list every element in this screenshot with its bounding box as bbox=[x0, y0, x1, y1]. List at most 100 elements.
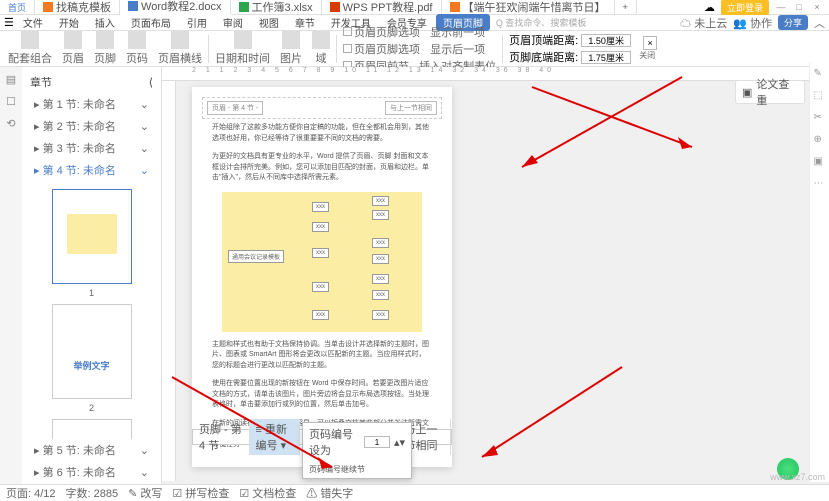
err-check[interactable]: ⚠ 错失字 bbox=[306, 485, 353, 501]
close-label: 关闭 bbox=[639, 50, 655, 61]
tab-xlsx[interactable]: 工作簿3.xlsx bbox=[231, 0, 322, 15]
set-pagenum-row[interactable]: 页码编号设为 ▴▾ bbox=[303, 423, 411, 461]
collapse-icon[interactable]: ⟨ bbox=[149, 76, 153, 89]
ribbon-hf-line[interactable]: 页眉横线 bbox=[154, 31, 206, 66]
ribbon-datetime[interactable]: 日期和时间 bbox=[211, 31, 274, 66]
chapter-item[interactable]: ▸ 第 5 节: 未命名⌄ bbox=[26, 439, 157, 461]
paragraph: 使用在需要位置出现的新按钮在 Word 中保存时间。若要更改图片适应文档的方式，… bbox=[202, 375, 442, 415]
checkbox[interactable] bbox=[343, 27, 352, 36]
tab-duanwu[interactable]: 【端午狂欢闹端午惜离节日】 bbox=[442, 0, 615, 15]
close-hf-button[interactable]: × bbox=[643, 36, 657, 50]
ruler-horizontal: 2 1 1 2 3 4 5 6 7 8 9 10 11 12 13 14 32 … bbox=[162, 67, 829, 81]
nav-icon[interactable]: ⟲ bbox=[4, 117, 18, 131]
more-icon[interactable]: ⋯ bbox=[814, 178, 826, 190]
ribbon-options: 页眉页脚选项 显示前一项 页眉页脚选项 显示后一项 页眉同前节 插入对齐制表位 bbox=[339, 24, 500, 74]
menu-review[interactable]: 审阅 bbox=[216, 14, 250, 31]
tab-label: WPS PPT教程.pdf bbox=[343, 0, 433, 15]
menu-layout[interactable]: 页面布局 bbox=[124, 14, 178, 31]
plagiarism-check-panel[interactable]: ▣ 论文查重 bbox=[735, 80, 805, 104]
minimize-button[interactable]: — bbox=[775, 1, 787, 13]
menu-view[interactable]: 视图 bbox=[252, 14, 286, 31]
chapter-item[interactable]: ▸ 第 2 节: 未命名⌄ bbox=[26, 115, 157, 137]
chapter-item[interactable]: ▸ 第 3 节: 未命名⌄ bbox=[26, 137, 157, 159]
pagenum-input[interactable] bbox=[364, 436, 390, 448]
check-icon: ▣ bbox=[742, 86, 752, 99]
page: 页眉 - 第 4 节 - 与上一节相同 开始组除了这款多功能方便你自定稿的功能，… bbox=[192, 87, 452, 467]
outline-icon[interactable]: ▤ bbox=[4, 73, 18, 87]
sidebar: 章节 ⟨ ▸ 第 1 节: 未命名⌄ ▸ 第 2 节: 未命名⌄ ▸ 第 3 节… bbox=[22, 67, 162, 487]
chapter-item[interactable]: ▸ 第 6 节: 未命名⌄ bbox=[26, 461, 157, 483]
proof-status[interactable]: ✎ 改写 bbox=[128, 485, 162, 501]
layers-icon[interactable]: ▣ bbox=[814, 156, 826, 168]
ribbon-combo[interactable]: 配套组合 bbox=[4, 31, 56, 66]
thumbnail-area: 1 举例文字 2 bbox=[26, 181, 157, 439]
pen-icon[interactable]: ✎ bbox=[814, 68, 826, 80]
page-indicator[interactable]: 页面: 4/12 bbox=[6, 485, 56, 501]
menu-section[interactable]: 章节 bbox=[288, 14, 322, 31]
diagram-node: xxx bbox=[372, 210, 389, 220]
tab-home[interactable]: 首页 bbox=[0, 0, 35, 15]
diagram-node: xxx bbox=[372, 274, 389, 284]
page-thumbnail[interactable]: 举例文字 bbox=[52, 304, 132, 399]
bookmark-icon[interactable]: ☐ bbox=[4, 95, 18, 109]
share-button[interactable]: 分享 bbox=[778, 15, 808, 30]
diagram-node: xxx bbox=[372, 310, 389, 320]
chapter-item[interactable]: ▸ 第 1 节: 未命名⌄ bbox=[26, 93, 157, 115]
tab-template[interactable]: 找稿克模板 bbox=[35, 0, 120, 15]
paragraph: 开始组除了这款多功能方便你自定稿的功能，但在全都机会用到，其他选项也好用，你已经… bbox=[202, 119, 442, 148]
ribbon-pagenum[interactable]: 页码 bbox=[122, 31, 152, 66]
word-count[interactable]: 字数: 2885 bbox=[66, 485, 119, 501]
thumb-number: 1 bbox=[30, 288, 153, 298]
tab-pdf[interactable]: WPS PPT教程.pdf bbox=[322, 0, 442, 15]
main: ▤ ☐ ⟲ 章节 ⟨ ▸ 第 1 节: 未命名⌄ ▸ 第 2 节: 未命名⌄ ▸… bbox=[0, 67, 829, 487]
chapter-item-selected[interactable]: ▸ 第 4 节: 未命名⌄ bbox=[26, 159, 157, 181]
diagram-node: xxx bbox=[372, 196, 389, 206]
app-menu-icon[interactable]: ☰ bbox=[4, 16, 14, 29]
header-section-label: 页眉 - 第 4 节 - bbox=[207, 101, 263, 115]
menu-start[interactable]: 开始 bbox=[52, 14, 86, 31]
ribbon-picture[interactable]: 图片 bbox=[276, 31, 306, 66]
footer-dist-input[interactable] bbox=[581, 51, 631, 64]
tab-word-doc[interactable]: Word教程2.docx bbox=[120, 0, 231, 15]
close-window-button[interactable]: × bbox=[811, 1, 823, 13]
ribbon-field[interactable]: 域 bbox=[308, 31, 334, 66]
login-button[interactable]: 立即登录 bbox=[721, 0, 769, 15]
stepper-icon[interactable]: ▴▾ bbox=[394, 436, 405, 449]
diagram-node: xxx bbox=[312, 282, 329, 292]
doc-icon bbox=[128, 1, 138, 11]
maximize-button[interactable]: □ bbox=[793, 1, 805, 13]
doc-check[interactable]: ☑ 文档检查 bbox=[239, 485, 296, 501]
footer-dist-label: 页脚底端距离: bbox=[509, 49, 578, 65]
ribbon-header[interactable]: 页眉 bbox=[58, 31, 88, 66]
collab-button[interactable]: 👥 协作 bbox=[733, 15, 772, 31]
zoom-icon[interactable]: ⊕ bbox=[814, 134, 826, 146]
command-search[interactable]: Q 查找命令、搜索模板 bbox=[496, 16, 587, 29]
ribbon-footer[interactable]: 页脚 bbox=[90, 31, 120, 66]
cloud-icon[interactable]: ☁ bbox=[704, 1, 715, 14]
menu-file[interactable]: 文件 bbox=[16, 14, 50, 31]
select-icon[interactable]: ⬚ bbox=[814, 90, 826, 102]
document-canvas[interactable]: 2 1 1 2 3 4 5 6 7 8 9 10 11 12 13 14 32 … bbox=[162, 67, 829, 487]
tab-new[interactable]: + bbox=[615, 0, 637, 15]
same-as-previous[interactable]: 与上一节相同 bbox=[385, 101, 437, 115]
diagram-node: xxx bbox=[372, 254, 389, 264]
doc-icon bbox=[450, 2, 460, 12]
clip-icon[interactable]: ✂ bbox=[814, 112, 826, 124]
renumber-button[interactable]: ≡ 重新编号 ▾ bbox=[250, 419, 300, 455]
menu-references[interactable]: 引用 bbox=[180, 14, 214, 31]
header-area[interactable]: 页眉 - 第 4 节 - 与上一节相同 bbox=[202, 97, 442, 119]
menubar-right: ☁ 未上云 👥 协作 分享 ︿ bbox=[680, 15, 825, 31]
tab-label: 工作簿3.xlsx bbox=[252, 0, 313, 15]
cloud-status[interactable]: ☁ 未上云 bbox=[680, 15, 727, 31]
page-thumbnail[interactable] bbox=[52, 189, 132, 284]
menu-insert[interactable]: 插入 bbox=[88, 14, 122, 31]
spellcheck-status[interactable]: ☑ 拼写检查 bbox=[172, 485, 229, 501]
continue-pagenum-row[interactable]: 页码编号继续节 bbox=[303, 461, 411, 478]
paragraph: 主题和样式也有助于文档保持协调。当单击设计并选择新的主题时，图片、图表或 Sma… bbox=[202, 336, 442, 376]
page-thumbnail[interactable] bbox=[52, 419, 132, 439]
chevron-up-icon[interactable]: ︿ bbox=[814, 15, 825, 31]
header-dist-input[interactable] bbox=[581, 34, 631, 47]
ribbon-distances: 页眉顶端距离: 页脚底端距离: bbox=[505, 32, 635, 65]
diagram-node: xxx bbox=[312, 222, 329, 232]
checkbox[interactable] bbox=[343, 44, 352, 53]
